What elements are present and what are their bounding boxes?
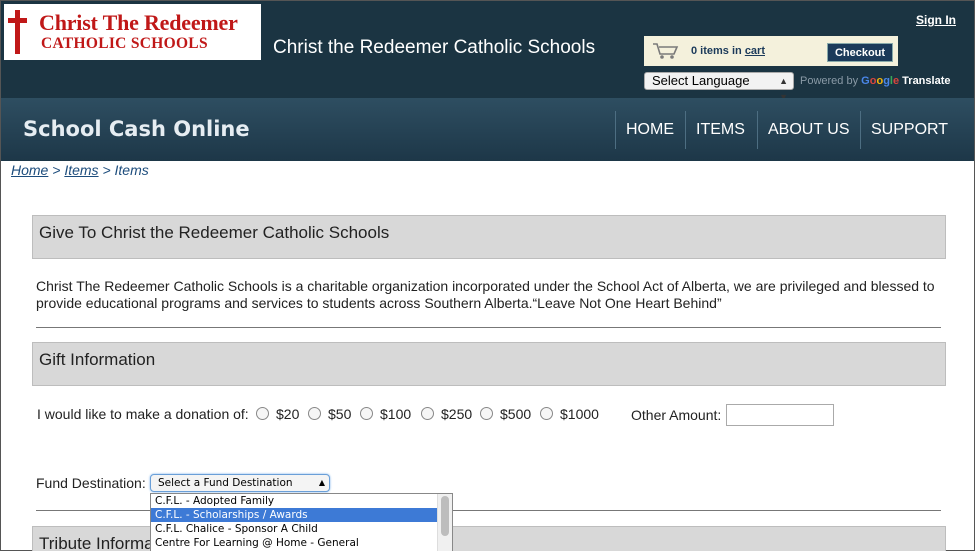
fund-option[interactable]: Centre For Learning @ Home - General: [151, 536, 437, 550]
scrollbar-thumb[interactable]: [441, 496, 449, 536]
cart-count: 0 items in cart: [691, 45, 765, 57]
cart-box: 0 items in cart Checkout: [644, 36, 898, 66]
powered-by-text: Powered by: [800, 75, 859, 87]
radio-20[interactable]: [256, 407, 269, 420]
fund-destination-label: Fund Destination:: [36, 475, 146, 491]
radio-label-50: $50: [328, 406, 352, 422]
cross-icon: [15, 10, 20, 54]
breadcrumb-separator: >: [102, 162, 111, 178]
radio-500[interactable]: [480, 407, 493, 420]
translate-link[interactable]: Translate: [902, 75, 950, 87]
give-description: Christ The Redeemer Catholic Schools is …: [36, 278, 935, 311]
language-select-value: Select Language: [652, 73, 750, 88]
radio-label-20: $20: [276, 406, 300, 422]
donation-label: I would like to make a donation of:: [37, 406, 249, 422]
language-select[interactable]: Select Language ▲ ▼: [644, 72, 794, 102]
sign-in-link[interactable]: Sign In: [916, 13, 956, 27]
radio-100[interactable]: [360, 407, 373, 420]
logo-line1: Christ The Redeemer: [39, 10, 238, 35]
breadcrumb: Home > Items > Items: [11, 162, 149, 178]
give-section-header: Give To Christ the Redeemer Catholic Sch…: [32, 215, 946, 259]
other-amount-label: Other Amount:: [631, 407, 722, 423]
breadcrumb-home[interactable]: Home: [11, 162, 48, 178]
other-amount-input[interactable]: [726, 404, 834, 426]
radio-50[interactable]: [308, 407, 321, 420]
shopping-cart-icon[interactable]: [652, 42, 680, 60]
radio-250[interactable]: [421, 407, 434, 420]
nav-items[interactable]: ITEMS: [685, 111, 755, 149]
radio-label-500: $500: [500, 406, 532, 422]
site-header: Christ The Redeemer CATHOLIC SCHOOLS Chr…: [1, 1, 974, 102]
nav-support[interactable]: SUPPORT: [860, 111, 958, 149]
cross-icon-bar: [8, 18, 27, 23]
nav-home[interactable]: HOME: [615, 111, 684, 149]
site-title: Christ the Redeemer Catholic Schools: [273, 37, 596, 58]
app-name[interactable]: School Cash Online: [23, 117, 250, 141]
divider: [36, 327, 941, 328]
fund-option[interactable]: C.F.L. - Adopted Family: [151, 494, 437, 508]
radio-label-1000: $1000: [560, 406, 599, 422]
powered-by-google: Powered by Google Translate: [800, 75, 950, 87]
radio-label-100: $100: [380, 406, 412, 422]
fund-option-highlighted[interactable]: C.F.L. - Scholarships / Awards: [151, 508, 437, 522]
cart-link[interactable]: cart: [745, 45, 765, 57]
cart-count-text: 0 items in: [691, 45, 742, 57]
logo-line2: CATHOLIC SCHOOLS: [41, 35, 208, 52]
gift-section-header: Gift Information: [32, 342, 946, 386]
school-logo[interactable]: Christ The Redeemer CATHOLIC SCHOOLS: [4, 4, 261, 60]
google-logo[interactable]: Google: [861, 75, 899, 87]
radio-label-250: $250: [441, 406, 473, 422]
checkout-button[interactable]: Checkout: [827, 43, 893, 62]
radio-1000[interactable]: [540, 407, 553, 420]
breadcrumb-separator: >: [52, 162, 61, 178]
main-nav: School Cash Online HOME ITEMS ABOUT US S…: [1, 98, 974, 161]
dropdown-scrollbar[interactable]: [437, 494, 452, 551]
fund-destination-dropdown[interactable]: C.F.L. - Adopted Family C.F.L. - Scholar…: [150, 493, 453, 551]
nav-about-us[interactable]: ABOUT US: [757, 111, 860, 149]
fund-option[interactable]: C.F.L. Chalice - Sponsor A Child: [151, 522, 437, 536]
fund-select-value: Select a Fund Destination: [158, 477, 293, 489]
breadcrumb-current: Items: [114, 162, 149, 178]
breadcrumb-items[interactable]: Items: [64, 162, 98, 178]
fund-destination-select[interactable]: Select a Fund Destination ▲▼: [150, 474, 330, 503]
